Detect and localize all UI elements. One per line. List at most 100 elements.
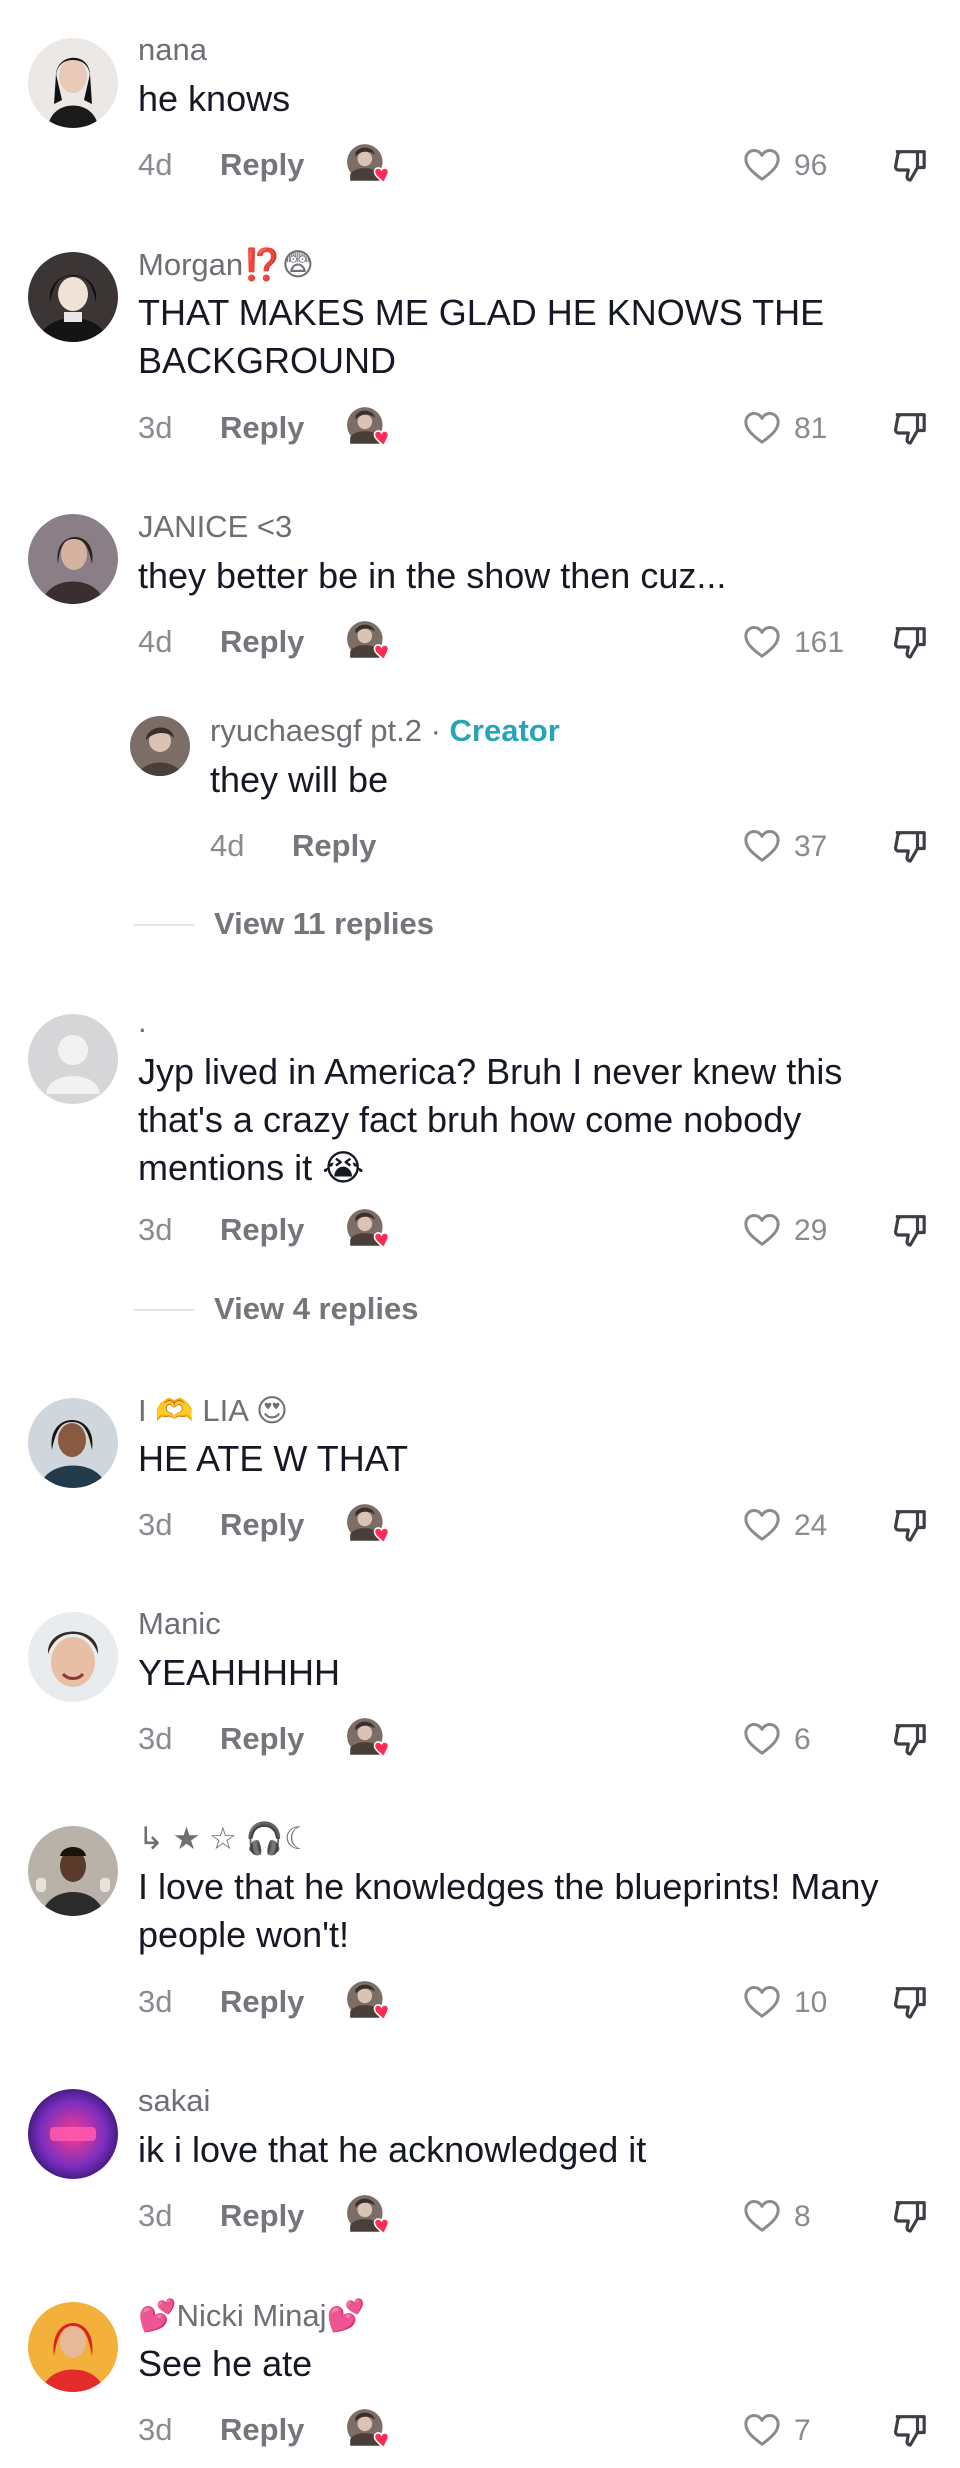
avatar[interactable] [28, 514, 118, 604]
avatar[interactable] [28, 1612, 118, 1702]
comment-text: YEAHHHHH [138, 1652, 341, 1693]
username[interactable]: I 🫶 LIA 😍 [138, 1392, 288, 1429]
creator-badge: Creator [449, 713, 560, 748]
username: ryuchaesgf pt.2 · Creator [210, 713, 560, 749]
heart-outline-icon[interactable] [742, 2410, 782, 2450]
comment-age: 3d [138, 2412, 173, 2447]
heart-outline-icon[interactable] [742, 1719, 782, 1759]
avatar-image [28, 252, 118, 342]
separator: · [430, 713, 441, 748]
avatar[interactable] [28, 1826, 118, 1916]
reply-button[interactable]: Reply [220, 2198, 304, 2234]
username[interactable]: sakai [138, 2083, 210, 2119]
avatar[interactable] [28, 2089, 118, 2179]
like-count: 24 [794, 1509, 828, 1542]
heart-outline-icon[interactable] [742, 408, 782, 448]
heart-outline-icon[interactable] [742, 622, 782, 662]
like-count: 161 [794, 626, 845, 659]
reply-button[interactable]: Reply [220, 410, 304, 446]
reply-text: they will be [210, 759, 389, 800]
comment-text: HE ATE W THAT [138, 1438, 409, 1479]
comment-age: 3d [138, 1984, 173, 2019]
divider [134, 1309, 194, 1311]
comment-age: 3d [138, 1721, 173, 1756]
thumbs-down-icon[interactable] [890, 408, 930, 448]
avatar[interactable] [28, 2302, 118, 2392]
creator-liked-avatar-icon [346, 1717, 392, 1759]
username[interactable]: . [138, 1004, 147, 1040]
like-count: 37 [794, 830, 828, 863]
reply-button[interactable]: Reply [220, 1507, 304, 1543]
creator-liked-avatar-icon [346, 620, 392, 662]
avatar-image [28, 514, 118, 604]
comment-text: See he ate [138, 2343, 313, 2384]
avatar-image [130, 716, 190, 776]
heart-outline-icon[interactable] [742, 826, 782, 866]
comment-age: 3d [138, 2198, 173, 2233]
reply-button[interactable]: Reply [220, 1984, 304, 2020]
like-count: 96 [794, 149, 828, 182]
heart-outline-icon[interactable] [742, 2196, 782, 2236]
like-count: 10 [794, 1986, 828, 2019]
avatar-image [28, 1826, 118, 1916]
divider [134, 924, 194, 926]
reply-username[interactable]: ryuchaesgf pt.2 [210, 713, 422, 748]
like-count: 7 [794, 2414, 811, 2447]
comment-text: I love that he knowledges the blueprints… [138, 1866, 879, 1955]
reply-button[interactable]: Reply [220, 2412, 304, 2448]
like-count: 81 [794, 412, 828, 445]
username[interactable]: JANICE <3 [138, 509, 292, 545]
username[interactable]: Morgan⁉️😨 [138, 246, 314, 283]
thumbs-down-icon[interactable] [890, 2410, 930, 2450]
creator-liked-avatar-icon [346, 406, 392, 448]
comment-text: he knows [138, 78, 291, 119]
username[interactable]: 💕Nicki Minaj💕 [138, 2297, 365, 2334]
comment-text: ik i love that he acknowledged it [138, 2129, 647, 2170]
avatar-image [28, 38, 118, 128]
reply-button[interactable]: Reply [220, 624, 304, 660]
avatar[interactable] [130, 716, 190, 776]
reply-button[interactable]: Reply [292, 828, 376, 864]
view-replies-button[interactable]: View 11 replies [214, 906, 434, 942]
view-replies-button[interactable]: View 4 replies [214, 1291, 419, 1327]
avatar[interactable] [28, 252, 118, 342]
heart-outline-icon[interactable] [742, 1982, 782, 2022]
creator-liked-avatar-icon [346, 1503, 392, 1545]
heart-outline-icon[interactable] [742, 1505, 782, 1545]
creator-liked-avatar-icon [346, 1980, 392, 2022]
creator-liked-avatar-icon [346, 143, 392, 185]
comment-age: 4d [138, 147, 173, 182]
avatar[interactable] [28, 38, 118, 128]
username[interactable]: nana [138, 32, 207, 68]
thumbs-down-icon[interactable] [890, 826, 930, 866]
heart-outline-icon[interactable] [742, 1210, 782, 1250]
comment-text: THAT MAKES ME GLAD HE KNOWS THE BACKGROU… [138, 292, 825, 381]
reply-button[interactable]: Reply [220, 147, 304, 183]
thumbs-down-icon[interactable] [890, 1210, 930, 1250]
avatar-image [28, 1612, 118, 1702]
comment-text: they better be in the show then cuz... [138, 555, 727, 596]
avatar-image [28, 2302, 118, 2392]
creator-liked-avatar-icon [346, 1208, 392, 1250]
reply-button[interactable]: Reply [220, 1212, 304, 1248]
comment-age: 3d [138, 1212, 173, 1247]
username[interactable]: ↳ ★ ☆ 🎧☾ [138, 1820, 312, 1857]
comment-age: 4d [138, 624, 173, 659]
thumbs-down-icon[interactable] [890, 2196, 930, 2236]
comment-text: Jyp lived in America? Bruh I never knew … [138, 1051, 843, 1188]
reply-button[interactable]: Reply [220, 1721, 304, 1757]
thumbs-down-icon[interactable] [890, 1982, 930, 2022]
thumbs-down-icon[interactable] [890, 622, 930, 662]
avatar[interactable] [28, 1398, 118, 1488]
default-avatar-icon [28, 1014, 118, 1104]
thumbs-down-icon[interactable] [890, 1719, 930, 1759]
like-count: 8 [794, 2200, 811, 2233]
thumbs-down-icon[interactable] [890, 1505, 930, 1545]
username[interactable]: Manic [138, 1606, 221, 1642]
avatar[interactable] [28, 1014, 118, 1104]
creator-liked-avatar-icon [346, 2408, 392, 2450]
like-count: 6 [794, 1723, 811, 1756]
thumbs-down-icon[interactable] [890, 145, 930, 185]
heart-outline-icon[interactable] [742, 145, 782, 185]
avatar-image [28, 1398, 118, 1488]
